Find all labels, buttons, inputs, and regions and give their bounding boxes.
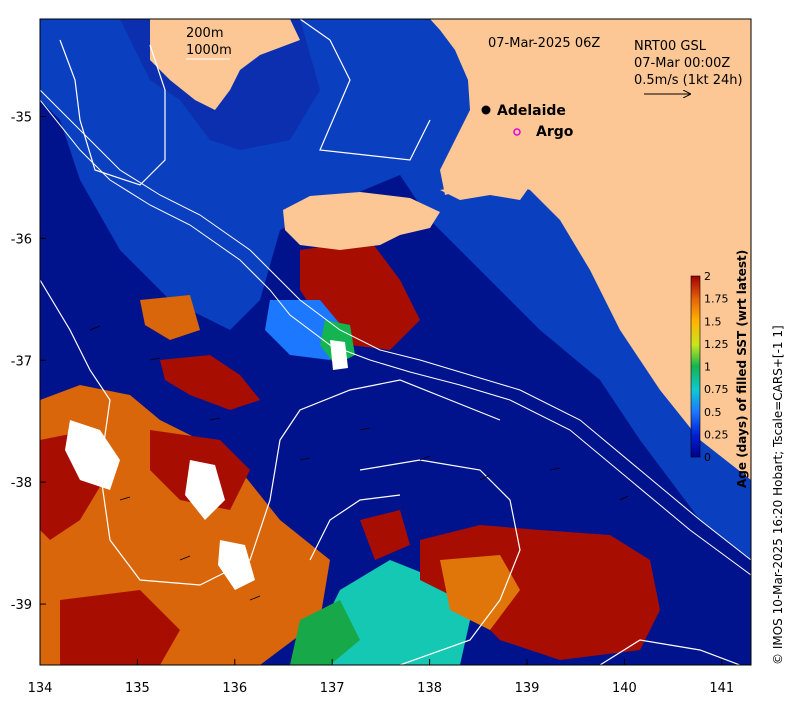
y-tick-label: -36 (11, 232, 32, 247)
adelaide-marker (481, 105, 491, 115)
vector-scale-label: 0.5m/s (1kt 24h) (634, 73, 743, 88)
sst-age-map: 200m 1000m 07-Mar-2025 06Z NRT00 GSL 07-… (0, 0, 792, 700)
x-tick-label: 140 (612, 681, 637, 696)
y-tick-label: -38 (11, 476, 32, 491)
colorbar (690, 275, 701, 458)
plot-area (40, 19, 751, 665)
colorbar-tick-label: 1.75 (704, 293, 729, 306)
isobath-label-200m: 200m (186, 26, 223, 41)
x-tick-label: 136 (222, 681, 247, 696)
colorbar-tick-label: 1.25 (704, 338, 729, 351)
product-time: 07-Mar 00:00Z (634, 56, 730, 71)
x-tick-label: 134 (28, 681, 53, 696)
colorbar-title: Age (days) of filled SST (wrt latest) (735, 250, 749, 488)
colorbar-tick-label: 0 (704, 451, 711, 464)
credit-text: © IMOS 10-Mar-2025 16:20 Hobart; Tscale=… (771, 325, 785, 665)
y-tick-label: -35 (11, 111, 32, 126)
x-tick-label: 135 (125, 681, 150, 696)
y-tick-label: -39 (11, 598, 32, 613)
isobath-label-1000m: 1000m (186, 43, 232, 58)
colorbar-tick-label: 1.5 (704, 315, 722, 328)
x-tick-label: 141 (709, 681, 734, 696)
colorbar-tick-label: 0.75 (704, 383, 729, 396)
x-tick-label: 139 (515, 681, 540, 696)
adelaide-label: Adelaide (497, 103, 566, 119)
x-tick-label: 137 (320, 681, 345, 696)
colorbar-tick-label: 0.25 (704, 428, 729, 441)
colorbar-tick-label: 0.5 (704, 406, 722, 419)
x-tick-label: 138 (417, 681, 442, 696)
map-timestamp: 07-Mar-2025 06Z (488, 36, 600, 51)
product-name: NRT00 GSL (634, 39, 707, 54)
colorbar-tick-label: 2 (704, 270, 711, 283)
colorbar-tick-label: 1 (704, 361, 711, 374)
y-tick-label: -37 (11, 354, 32, 369)
argo-label: Argo (536, 124, 574, 140)
